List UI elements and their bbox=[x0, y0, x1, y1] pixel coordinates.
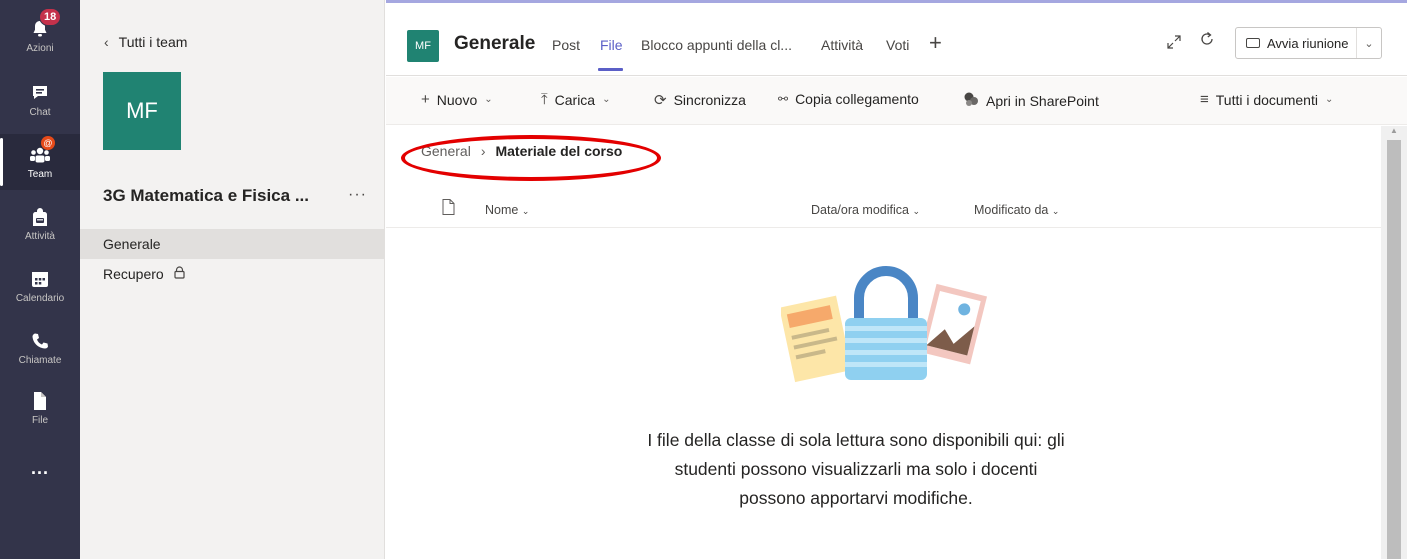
bell-icon: 18 bbox=[29, 8, 62, 40]
channel-label: Recupero bbox=[103, 266, 164, 282]
chevron-down-icon: ⌄ bbox=[912, 206, 920, 216]
chevron-down-icon: ⌄ bbox=[484, 94, 493, 105]
breadcrumb-root-link[interactable]: General bbox=[421, 143, 471, 159]
upload-icon: ⤒ bbox=[541, 91, 548, 108]
chevron-down-icon: ⌄ bbox=[1324, 94, 1334, 105]
scrollbar-thumb[interactable] bbox=[1387, 140, 1401, 559]
expand-icon[interactable] bbox=[1166, 34, 1182, 53]
upload-button[interactable]: ⤒ Carica ⌄ bbox=[541, 91, 611, 108]
rail-item-azioni[interactable]: 18 Azioni bbox=[0, 8, 80, 64]
copy-link-button[interactable]: ⚯ Copia collegamento bbox=[778, 91, 919, 107]
phone-icon bbox=[29, 330, 51, 352]
active-tab-indicator bbox=[598, 68, 623, 71]
reload-icon[interactable] bbox=[1198, 30, 1216, 54]
team-more-options-icon[interactable]: ··· bbox=[348, 186, 367, 204]
vertical-scrollbar[interactable]: ▲ bbox=[1381, 126, 1407, 559]
rail-item-calendario[interactable]: Calendario bbox=[0, 258, 80, 314]
backpack-icon bbox=[29, 206, 51, 228]
mention-badge: @ bbox=[41, 136, 55, 150]
file-type-icon bbox=[442, 199, 455, 215]
channel-title: Generale bbox=[454, 33, 536, 54]
list-icon: ≡ bbox=[1200, 91, 1209, 108]
add-tab-button[interactable]: + bbox=[929, 30, 942, 56]
meeting-label: Avvia riunione bbox=[1267, 35, 1349, 51]
file-icon bbox=[29, 390, 51, 412]
team-avatar: MF bbox=[103, 72, 181, 150]
scroll-up-arrow-icon[interactable]: ▲ bbox=[1387, 126, 1401, 138]
rail-item-more[interactable]: ... bbox=[0, 440, 80, 496]
tab-blocco-appunti[interactable]: Blocco appunti della cl... bbox=[641, 37, 792, 53]
calendar-icon bbox=[29, 268, 51, 290]
chevron-down-icon: ⌄ bbox=[521, 206, 530, 216]
channel-label: Generale bbox=[103, 236, 161, 252]
rail-item-file[interactable]: File bbox=[0, 380, 80, 436]
more-icon: ... bbox=[30, 457, 49, 478]
channel-avatar: MF bbox=[407, 30, 439, 62]
rail-item-chat[interactable]: Chat bbox=[0, 72, 80, 128]
app-rail: 18 Azioni Chat @ Team Attività Calendari… bbox=[0, 0, 80, 559]
lock-icon bbox=[174, 266, 185, 279]
chevron-left-icon: ‹ bbox=[104, 34, 109, 50]
channel-item-generale[interactable]: Generale bbox=[80, 229, 385, 259]
plus-icon: + bbox=[421, 91, 430, 108]
column-header-name[interactable]: Nome ⌄ bbox=[485, 203, 529, 217]
column-header-modified[interactable]: Data/ora modifica ⌄ bbox=[811, 203, 920, 217]
view-selector[interactable]: ≡ Tutti i documenti ⌄ bbox=[1200, 91, 1333, 108]
team-name: 3G Matematica e Fisica ... bbox=[103, 186, 309, 205]
team-icon: @ bbox=[29, 136, 55, 166]
column-header-modified-by[interactable]: Modificato da ⌄ bbox=[974, 203, 1059, 217]
start-meeting-button[interactable]: Avvia riunione ⌄ bbox=[1235, 27, 1382, 59]
team-sidebar: ‹ Tutti i team MF 3G Matematica e Fisica … bbox=[80, 0, 385, 559]
channel-item-recupero[interactable]: Recupero bbox=[80, 262, 385, 288]
rail-item-team[interactable]: @ Team bbox=[0, 134, 80, 190]
notification-badge: 18 bbox=[39, 8, 62, 26]
rail-item-chiamate[interactable]: Chiamate bbox=[0, 320, 80, 376]
breadcrumb: General › Materiale del corso bbox=[421, 143, 622, 159]
link-icon: ⚯ bbox=[778, 92, 789, 106]
back-label: Tutti i team bbox=[118, 34, 188, 50]
channel-header: MF Generale Post File Blocco appunti del… bbox=[386, 0, 1407, 76]
chat-icon bbox=[29, 82, 51, 104]
files-content: General › Materiale del corso Nome ⌄ Dat… bbox=[386, 126, 1381, 559]
command-bar: + Nuovo ⌄ ⤒ Carica ⌄ ⟳ Sincronizza ⚯ Copia col… bbox=[386, 77, 1407, 125]
chevron-down-icon: ⌄ bbox=[1051, 206, 1060, 216]
sync-icon: ⟳ bbox=[654, 92, 667, 109]
channel-main: MF Generale Post File Blocco appunti del… bbox=[386, 0, 1407, 559]
chevron-down-icon: ⌄ bbox=[602, 94, 611, 105]
sync-button[interactable]: ⟳ Sincronizza bbox=[654, 91, 746, 109]
tab-post[interactable]: Post bbox=[552, 37, 580, 53]
video-camera-icon bbox=[1246, 38, 1260, 48]
tab-voti[interactable]: Voti bbox=[886, 37, 909, 53]
top-divider bbox=[386, 0, 1407, 3]
tab-file[interactable]: File bbox=[600, 37, 623, 53]
chevron-down-icon[interactable]: ⌄ bbox=[1357, 37, 1381, 50]
back-to-teams-link[interactable]: ‹ Tutti i team bbox=[104, 34, 187, 50]
empty-state-message: I file della classe di sola lettura sono… bbox=[647, 430, 1065, 508]
read-only-files-illustration bbox=[781, 266, 988, 383]
new-button[interactable]: + Nuovo ⌄ bbox=[421, 91, 493, 108]
file-list-header: Nome ⌄ Data/ora modifica ⌄ Modificato da… bbox=[386, 194, 1381, 228]
breadcrumb-current: Materiale del corso bbox=[495, 143, 623, 159]
start-meeting-main[interactable]: Avvia riunione bbox=[1236, 28, 1357, 58]
tab-attivita[interactable]: Attività bbox=[821, 37, 863, 53]
rail-item-attivita[interactable]: Attività bbox=[0, 196, 80, 252]
sharepoint-icon bbox=[963, 91, 979, 111]
open-sharepoint-button[interactable]: Apri in SharePoint bbox=[963, 91, 1099, 111]
chevron-right-icon: › bbox=[480, 143, 486, 159]
